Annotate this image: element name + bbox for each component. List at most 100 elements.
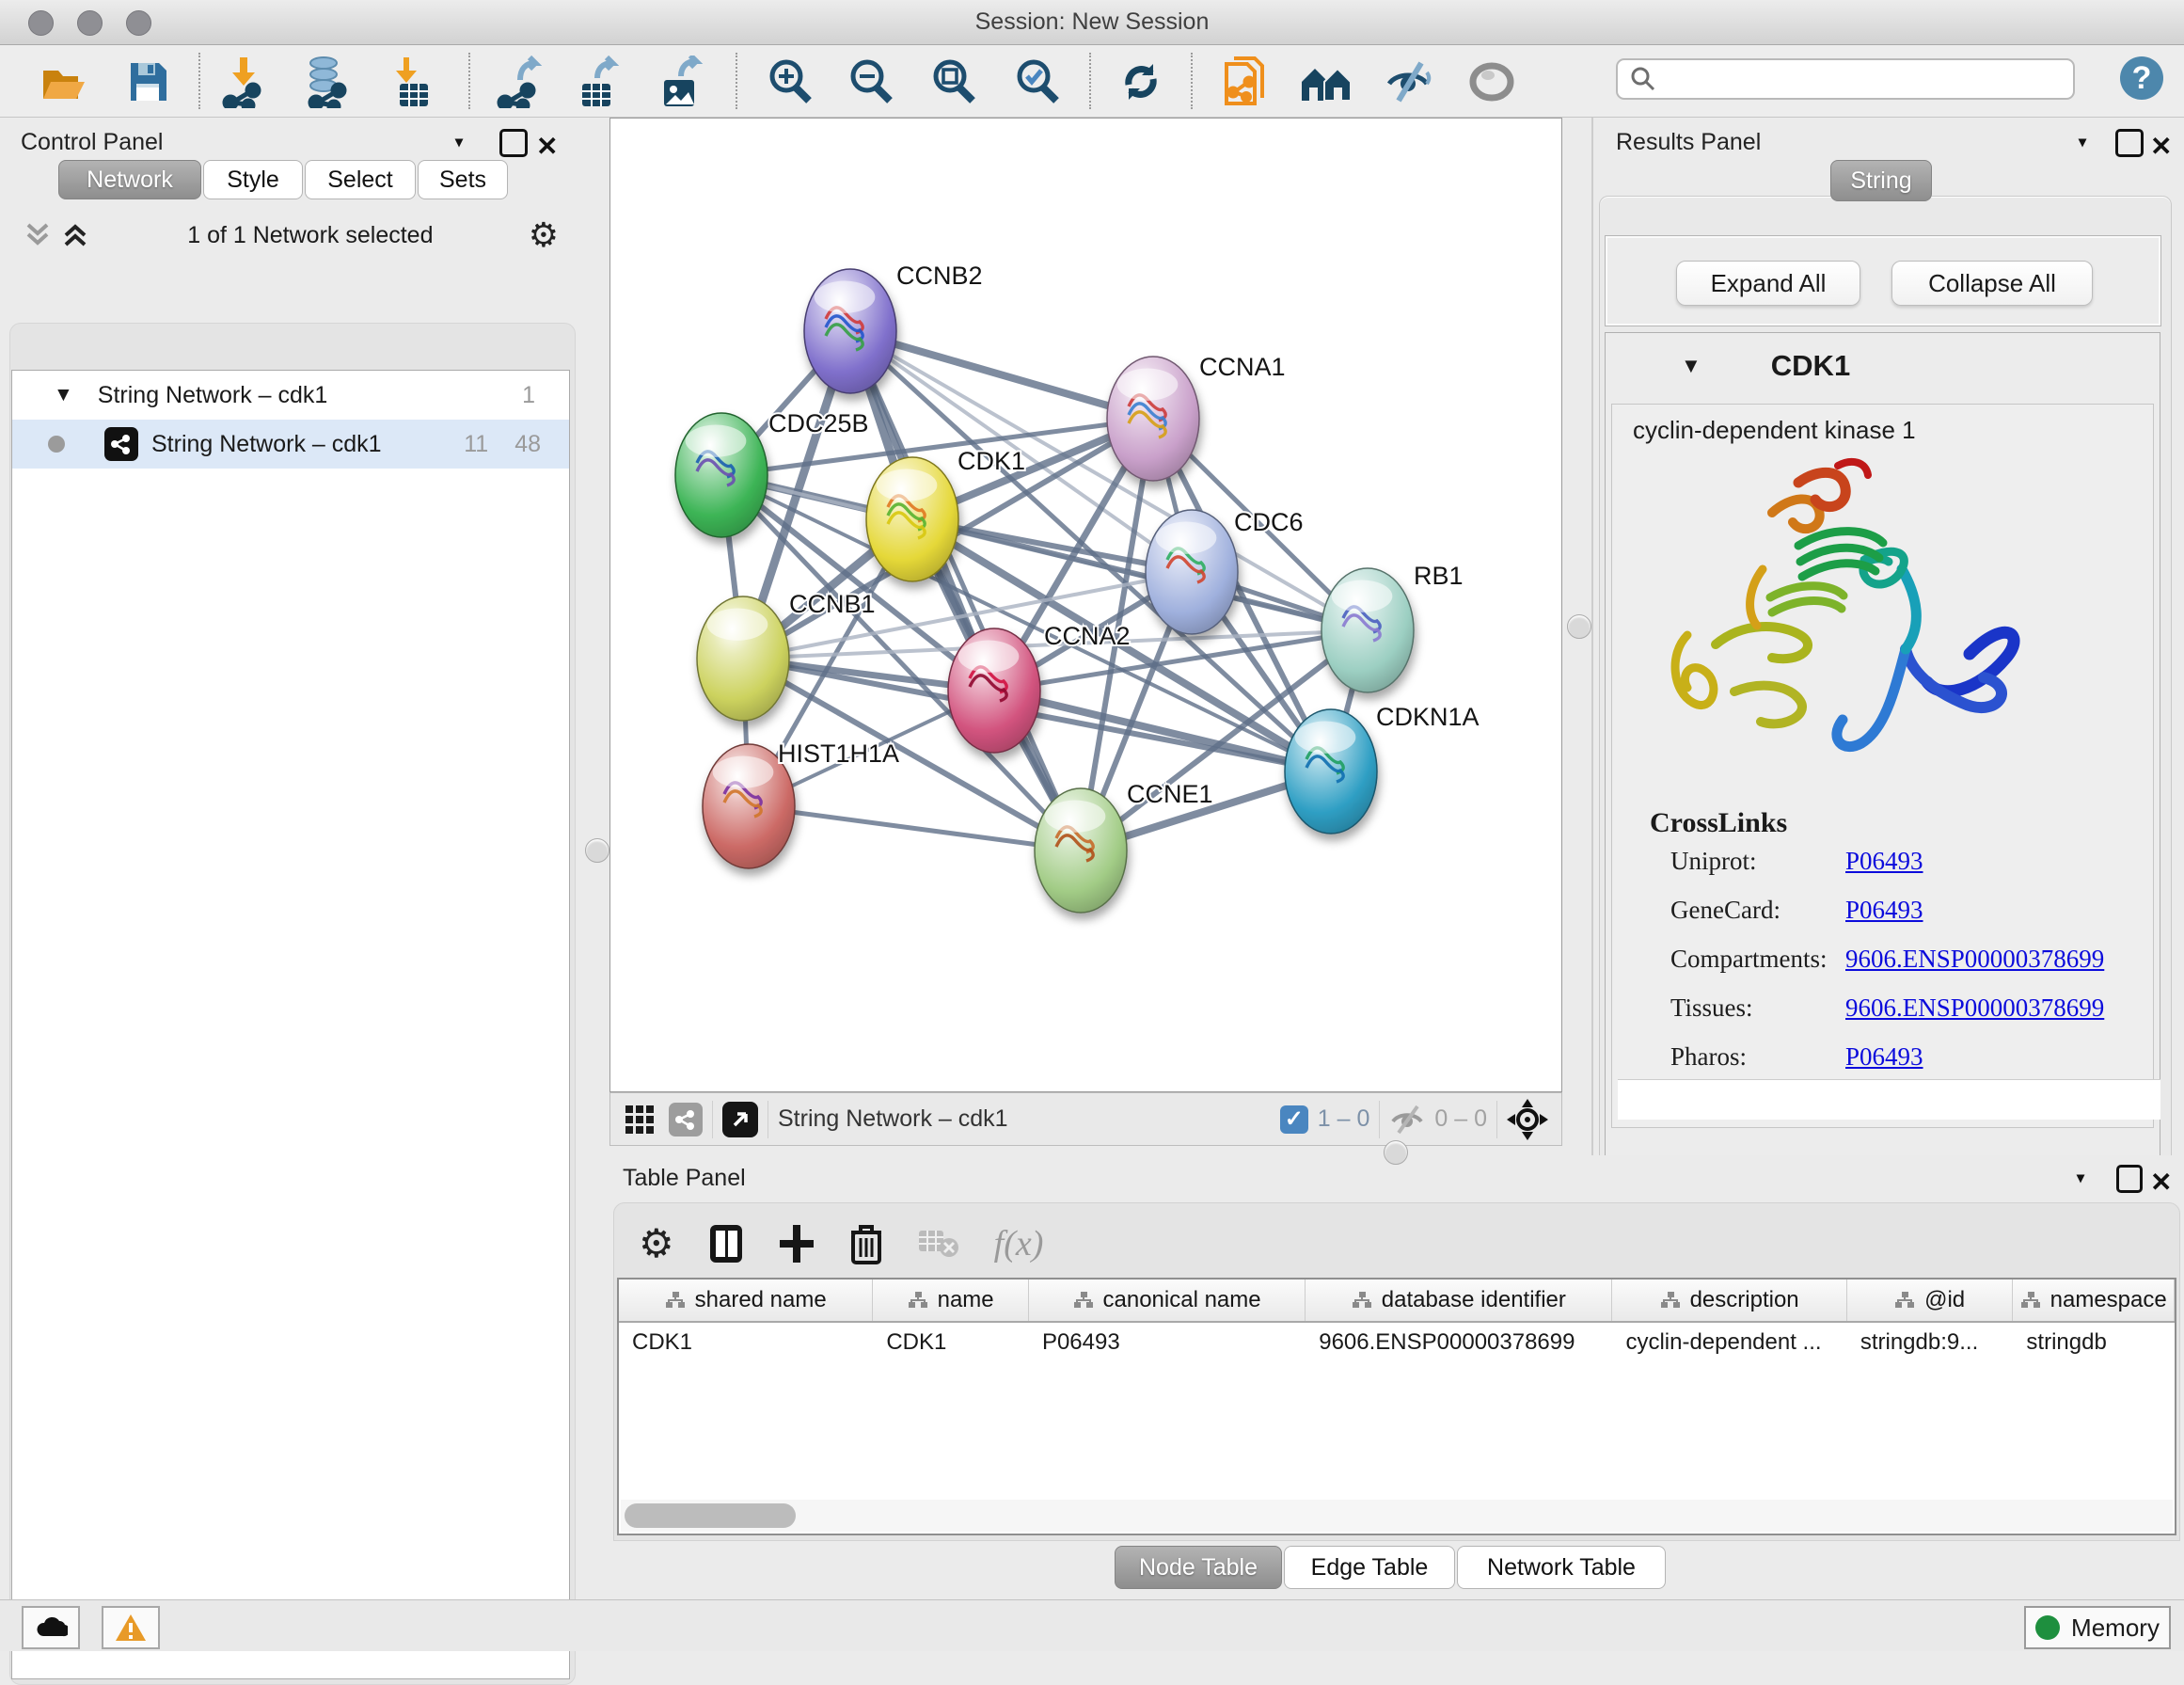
import-table-file-icon[interactable] [385,55,439,109]
control-panel-float-icon[interactable] [499,129,528,157]
delete-column-icon[interactable] [849,1223,883,1264]
string-import-icon[interactable] [1216,55,1271,109]
results-panel-close-icon[interactable]: ✕ [2150,131,2172,162]
open-file-icon[interactable] [38,55,92,109]
collapse-all-button[interactable]: Collapse All [1891,261,2093,306]
import-network-database-icon[interactable] [299,55,354,109]
zoom-fit-icon[interactable] [926,55,981,109]
hidden-eye-slash-icon[interactable] [1389,1105,1427,1135]
crosslink-link[interactable]: P06493 [1845,896,1923,945]
birdseye-grid-icon[interactable] [624,1104,656,1136]
node-CCNB1[interactable] [697,596,789,721]
warning-button[interactable] [102,1606,160,1649]
crosslink-link[interactable]: 9606.ENSP00000378699 [1845,945,2104,994]
edge-CCNB2-CCNE1[interactable] [850,331,1081,850]
scrollbar-thumb[interactable] [625,1503,796,1528]
save-session-icon[interactable] [120,55,175,109]
zoom-in-icon[interactable] [763,55,817,109]
table-gear-icon[interactable]: ⚙ [639,1220,674,1266]
results-panel-menu-icon[interactable]: ▾ [2079,133,2086,151]
table-cell[interactable]: stringdb [2013,1323,2175,1362]
tab-node-table[interactable]: Node Table [1115,1546,1282,1589]
control-panel-menu-icon[interactable]: ▾ [455,133,463,151]
node-CDK1[interactable] [866,457,958,581]
node-CDKN1A[interactable] [1285,709,1377,834]
tab-network[interactable]: Network [58,160,201,199]
selected-checkbox-icon[interactable]: ✓ [1280,1105,1308,1134]
column-header--id[interactable]: @id [1847,1280,2014,1321]
node-CCNE1[interactable] [1035,788,1127,913]
column-header-name[interactable]: name [873,1280,1029,1321]
node-CDC25B[interactable] [675,413,768,537]
table-cell[interactable]: 9606.ENSP00000378699 [1306,1323,1612,1362]
network-row[interactable]: String Network – cdk1 11 48 [12,420,569,469]
network-options-gear-icon[interactable]: ⚙ [529,215,559,255]
table-cell[interactable]: CDK1 [619,1323,873,1362]
table-panel-close-icon[interactable]: ✕ [2150,1167,2172,1198]
control-panel-close-icon[interactable]: ✕ [536,131,558,162]
zoom-out-icon[interactable] [844,55,898,109]
column-header-description[interactable]: description [1612,1280,1846,1321]
hide-show-icon[interactable] [1383,55,1437,109]
node-label-CDK1: CDK1 [957,447,1025,475]
left-splitter-handle[interactable] [585,838,609,863]
export-image-icon[interactable] [654,55,708,109]
tab-string[interactable]: String [1830,160,1932,201]
export-table-icon[interactable] [570,55,625,109]
table-cell[interactable]: CDK1 [873,1323,1029,1362]
tab-select[interactable]: Select [305,160,416,199]
memory-button[interactable]: Memory [2024,1606,2171,1649]
import-network-file-icon[interactable] [216,55,271,109]
node-CCNA1[interactable] [1107,357,1199,481]
table-panel-menu-icon[interactable]: ▾ [2077,1168,2084,1187]
main-toolbar: ? [0,45,2184,118]
tab-edge-table[interactable]: Edge Table [1284,1546,1455,1589]
bottom-splitter-handle[interactable] [1384,1140,1408,1165]
collection-expand-arrow-icon[interactable]: ▼ [54,384,73,406]
crosslink-link[interactable]: 9606.ENSP00000378699 [1845,994,2104,1042]
table-panel-float-icon[interactable] [2116,1165,2143,1193]
tab-sets[interactable]: Sets [418,160,508,199]
network-collection-row[interactable]: ▼ String Network – cdk1 1 [12,371,569,420]
network-view-canvas[interactable]: CCNB2CCNA1CDC25BCDK1CDC6RB1CCNB1CCNA2CDK… [609,118,1562,1092]
expand-all-chevron-icon[interactable] [60,221,92,249]
eye-icon[interactable] [1464,55,1519,109]
table-cell[interactable]: P06493 [1029,1323,1306,1362]
node-CCNA2[interactable] [948,628,1040,753]
column-header-shared-name[interactable]: shared name [619,1280,873,1321]
table-row[interactable]: CDK1CDK1P064939606.ENSP00000378699cyclin… [619,1323,2175,1362]
results-panel-float-icon[interactable] [2115,129,2144,157]
table-horizontal-scrollbar[interactable] [621,1500,2173,1532]
open-in-window-icon[interactable] [722,1102,758,1137]
export-network-icon[interactable] [491,55,546,109]
column-header-label: canonical name [1103,1287,1261,1313]
search-input[interactable] [1657,65,2056,93]
column-visibility-icon[interactable] [708,1223,744,1264]
zoom-selected-icon[interactable] [1010,55,1065,109]
edge-HIST1H1A-CCNE1[interactable] [749,806,1081,850]
node-CDC6[interactable] [1146,510,1238,634]
tab-network-table[interactable]: Network Table [1457,1546,1666,1589]
entry-horizontal-scrollbar[interactable] [1618,1079,2160,1120]
cloud-button[interactable] [22,1606,80,1649]
table-cell[interactable]: cyclin-dependent ... [1612,1323,1846,1362]
entry-collapse-arrow-icon[interactable]: ▼ [1681,354,1701,378]
column-header-database-identifier[interactable]: database identifier [1306,1280,1612,1321]
help-button[interactable]: ? [2120,56,2163,100]
node-RB1[interactable] [1321,568,1414,692]
expand-all-button[interactable]: Expand All [1676,261,1860,306]
add-column-icon[interactable] [778,1223,815,1264]
network-graph[interactable]: CCNB2CCNA1CDC25BCDK1CDC6RB1CCNB1CCNA2CDK… [610,119,1561,1091]
right-splitter-handle[interactable] [1567,614,1591,639]
column-header-canonical-name[interactable]: canonical name [1029,1280,1306,1321]
home-networks-icon[interactable] [1300,55,1354,109]
node-CCNB2[interactable] [804,269,896,393]
tab-style[interactable]: Style [203,160,303,199]
fit-selected-crosshair-icon[interactable] [1507,1099,1548,1140]
column-header-namespace[interactable]: namespace [2013,1280,2175,1321]
table-cell[interactable]: stringdb:9... [1847,1323,2014,1362]
crosslink-link[interactable]: P06493 [1845,847,1923,896]
collapse-all-chevron-icon[interactable] [23,221,55,249]
network-share-icon[interactable] [669,1103,703,1137]
refresh-icon[interactable] [1114,55,1168,109]
